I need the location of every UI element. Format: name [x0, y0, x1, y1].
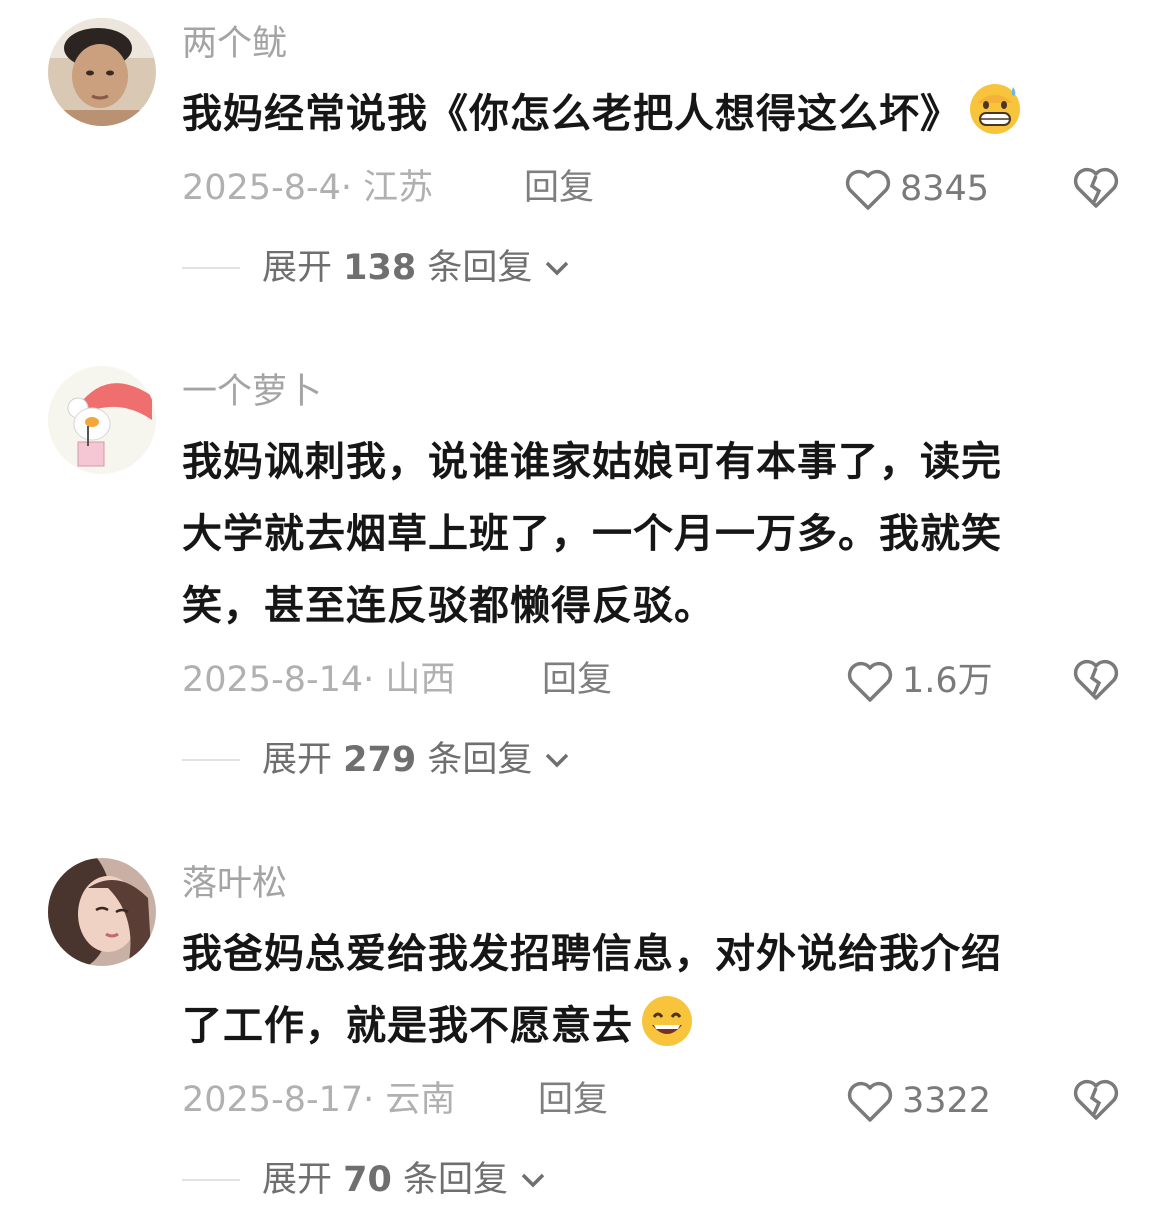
expand-prefix: 展开 [262, 740, 333, 780]
comment-text: 我爸妈总爱给我发招聘信息，对外说给我介绍 了工作，就是我不愿意去 [182, 918, 1112, 1062]
comment-date: 2025-8-14 [182, 660, 364, 700]
like-count: 8345 [900, 169, 990, 209]
dislike-button[interactable] [1072, 656, 1120, 702]
broken-heart-icon [1073, 1079, 1119, 1120]
like-button[interactable]: 1.6万 [846, 656, 993, 706]
comment-date: 2025-8-17 [182, 1080, 364, 1120]
comment-text-line: 我妈经常说我《你怎么老把人想得这么坏》 [182, 91, 961, 137]
dislike-button[interactable] [1072, 164, 1120, 210]
reply-count: 279 [343, 740, 417, 780]
divider [182, 759, 240, 761]
comment-text-line: 了工作，就是我不愿意去 [182, 1003, 633, 1049]
like-button[interactable]: 8345 [844, 164, 989, 214]
avatar[interactable] [48, 18, 156, 126]
username[interactable]: 落叶松 [182, 862, 287, 906]
comment-text-line: 笑，甚至连反驳都懒得反驳。 [182, 583, 715, 629]
comment-region: · 云南 [363, 1080, 456, 1120]
broken-heart-icon [1073, 659, 1119, 700]
reply-button[interactable]: 回复 [538, 1078, 608, 1122]
reply-button[interactable]: 回复 [524, 166, 594, 210]
heart-icon [845, 169, 891, 210]
comment-meta: 2025-8-4· 江苏 [182, 166, 433, 210]
comment-meta: 2025-8-17· 云南 [182, 1078, 455, 1122]
comment-text: 我妈讽刺我，说谁谁家姑娘可有本事了，读完 大学就去烟草上班了，一个月一万多。我就… [182, 426, 1112, 642]
grinning-emoji-icon [639, 993, 695, 1049]
comment-meta: 2025-8-14· 山西 [182, 658, 455, 702]
divider [182, 1179, 240, 1181]
comment-date: 2025-8-4 [182, 168, 341, 208]
expand-suffix: 条回复 [427, 248, 533, 288]
comment-text-line: 大学就去烟草上班了，一个月一万多。我就笑 [182, 511, 1002, 557]
avatar[interactable] [48, 858, 156, 966]
username[interactable]: 一个萝卜 [182, 370, 322, 414]
comment-text-line: 我爸妈总爱给我发招聘信息，对外说给我介绍 [182, 931, 1002, 977]
avatar[interactable] [48, 366, 156, 474]
chevron-down-icon [546, 753, 569, 768]
username[interactable]: 两个鱿 [182, 22, 287, 66]
reply-count: 70 [343, 1160, 392, 1200]
chevron-down-icon [521, 1173, 545, 1188]
expand-suffix: 条回复 [403, 1160, 509, 1200]
chevron-down-icon [546, 261, 569, 276]
expand-prefix: 展开 [262, 1160, 333, 1200]
comment-list: 两个鱿 我妈经常说我《你怎么老把人想得这么坏》 2025-8-4· 江苏 回复 … [0, 0, 1170, 1227]
reply-button[interactable]: 回复 [542, 658, 612, 702]
dislike-button[interactable] [1072, 1076, 1120, 1122]
comment-text: 我妈经常说我《你怎么老把人想得这么坏》 [182, 78, 1112, 150]
heart-icon [847, 1081, 893, 1122]
broken-heart-icon [1073, 167, 1119, 208]
comment-text-line: 我妈讽刺我，说谁谁家姑娘可有本事了，读完 [182, 439, 1002, 485]
comment-region: · 山西 [363, 660, 456, 700]
expand-replies-button[interactable]: 展开 70 条回复 [182, 1158, 546, 1202]
expand-replies-button[interactable]: 展开 138 条回复 [182, 246, 570, 290]
expand-suffix: 条回复 [427, 740, 533, 780]
like-count: 3322 [902, 1081, 992, 1121]
reply-count: 138 [343, 248, 417, 288]
like-count: 1.6万 [902, 661, 993, 701]
like-button[interactable]: 3322 [846, 1076, 991, 1126]
comment-region: · 江苏 [340, 168, 434, 208]
grinning-sweat-emoji-icon [967, 81, 1023, 137]
expand-replies-button[interactable]: 展开 279 条回复 [182, 738, 570, 782]
expand-prefix: 展开 [262, 248, 333, 288]
heart-icon [847, 661, 893, 702]
divider [182, 267, 240, 269]
